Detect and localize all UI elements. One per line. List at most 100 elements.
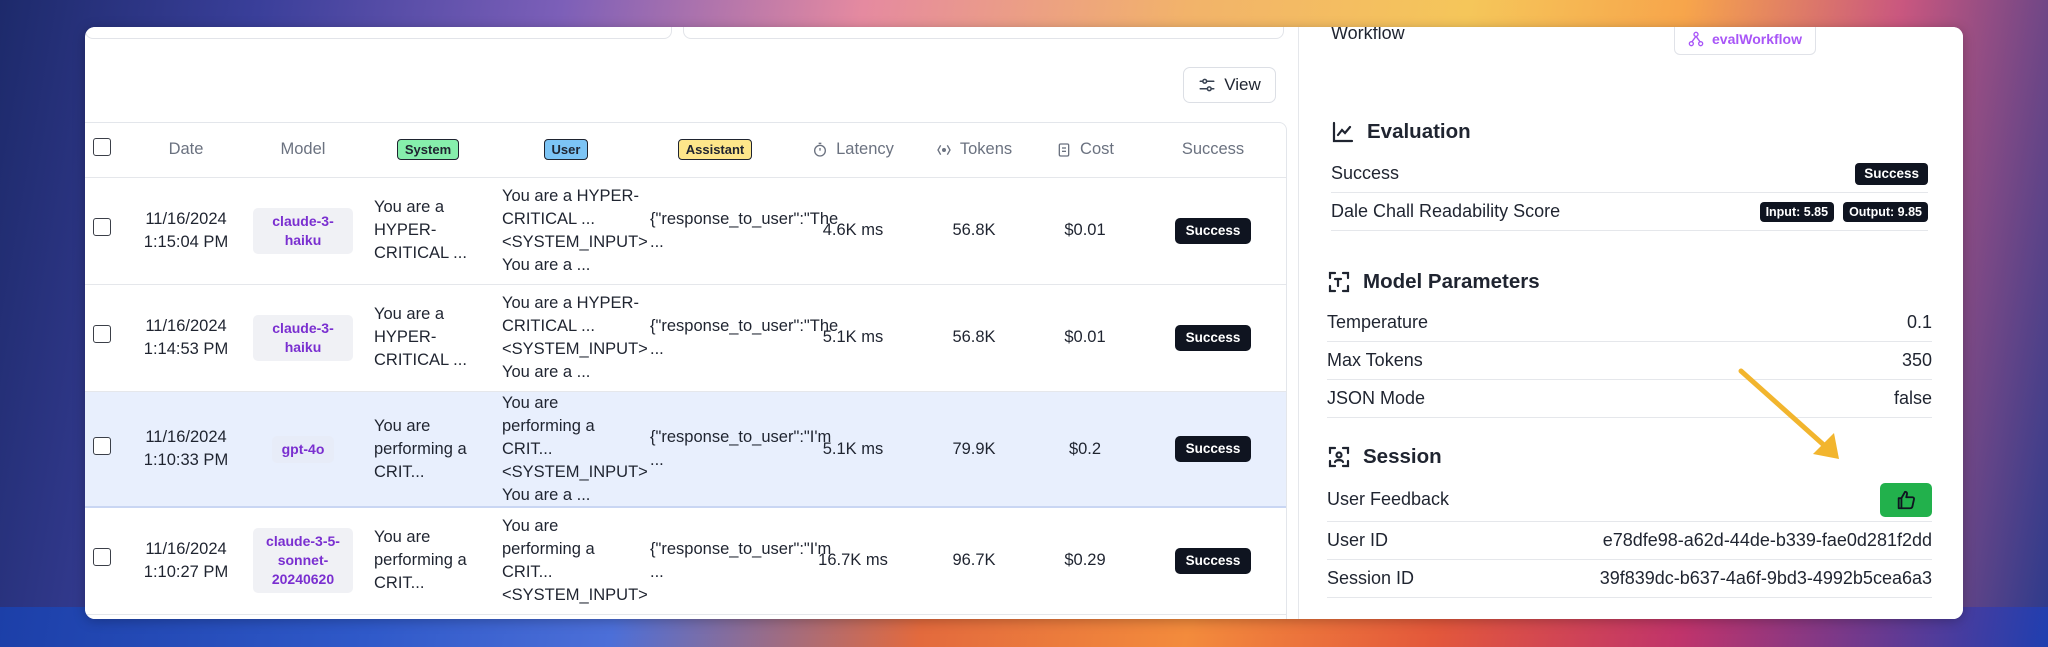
header-success[interactable]: Success [1138,123,1286,178]
eval-success-row: Success Success [1331,155,1928,193]
cell-assistant: {"response_to_user":"The ... [640,284,838,392]
cell-latency: 16.7K ms [790,507,916,615]
cell-system: You are a HYPER-CRITICAL ... [364,177,492,285]
header-model[interactable]: Model [242,123,364,178]
json-mode-label: JSON Mode [1327,388,1426,408]
search-input[interactable] [683,27,1284,39]
table-header-row: Date Model System User Assistant Latency… [85,123,1286,178]
cell-cost: $0.2 [1032,391,1138,508]
cell-user: You are performing a CRIT... <SYSTEM_INP… [492,391,648,508]
header-latency[interactable]: Latency [790,123,916,178]
chart-line-icon [1332,121,1354,143]
cell-status: Success [1138,284,1286,392]
workflow-label: Workflow [1331,27,1405,43]
cell-cost: $0.01 [1032,284,1138,392]
cell-user: You are performing a CRIT... <SYSTEM_INP… [492,507,648,615]
cell-model: claude-3-5-sonnet-20240620 [242,507,364,615]
table-row-selected[interactable]: 11/16/2024 1:10:33 PM gpt-4o You are perf… [85,391,1286,508]
select-all-checkbox[interactable] [93,138,111,157]
dale-chall-label: Dale Chall Readability Score [1331,201,1561,221]
cell-system: You are a HYPER-CRITICAL ... [364,284,492,392]
dale-chall-values: Input: 5.85 Output: 9.85 [1759,201,1928,222]
max-tokens-value: 350 [1901,350,1932,370]
receipt-icon [1058,143,1070,157]
cell-system: You are performing a CRIT... [364,391,492,508]
model-chip: claude-3-5-sonnet-20240620 [253,528,353,593]
cell-cost: $0.29 [1032,507,1138,615]
model-chip: claude-3-haiku [253,314,353,361]
cell-model: claude-3-haiku [242,284,364,392]
user-tag: User [543,139,589,161]
header-system[interactable]: System [364,123,492,178]
temperature-label: Temperature [1327,312,1429,332]
cell-date: 11/16/2024 1:10:27 PM [130,507,242,615]
request-details-panel: Workflow evalWorkflow Evaluation Success… [1298,27,1963,619]
cell-status: Success [1138,507,1286,615]
header-date[interactable]: Date [130,123,242,178]
user-id-row: User ID e78dfe98-a62d-44de-b339-fae0d281… [1327,522,1932,560]
row-checkbox[interactable] [93,325,111,343]
select-all-header[interactable] [85,123,130,178]
cell-assistant: {"response_to_user":"The ... [640,177,838,285]
row-select[interactable] [85,177,130,285]
user-id-label: User ID [1327,530,1389,550]
requests-table: Date Model System User Assistant Latency… [85,122,1287,619]
table-row[interactable]: 11/16/2024 1:14:53 PM claude-3-haiku You … [85,284,1286,392]
cell-user: You are a HYPER-CRITICAL ... <SYSTEM_INP… [492,284,648,392]
view-button[interactable]: View [1183,67,1276,103]
row-select[interactable] [85,507,130,615]
app-window: View Date Model System User Assistant La… [85,27,1963,619]
date-value: 11/16/2024 [145,209,227,228]
cell-tokens: 96.7K [916,507,1032,615]
date-value: 11/16/2024 [145,316,227,335]
table-row[interactable]: 11/16/2024 1:10:27 PM claude-3-5-sonnet-2… [85,507,1286,615]
cell-latency: 5.1K ms [790,284,916,392]
model-params-title: Model Parameters [1363,270,1540,293]
row-checkbox[interactable] [93,218,111,236]
session-id-row: Session ID 39f839dc-b637-4a6f-9bd3-4992b… [1327,560,1932,598]
assistant-tag: Assistant [677,139,753,161]
thumbs-up-button[interactable] [1880,482,1932,517]
status-badge: Success [1174,547,1252,574]
header-cost[interactable]: Cost [1032,123,1138,178]
row-select[interactable] [85,391,130,508]
table-row[interactable]: 11/16/2024 1:15:04 PM claude-3-haiku You … [85,177,1286,285]
filter-input[interactable] [85,27,672,39]
temperature-row: Temperature 0.1 [1327,304,1932,342]
header-assistant[interactable]: Assistant [640,123,790,178]
cell-latency: 5.1K ms [790,391,916,508]
user-feedback-row: User Feedback [1327,478,1932,522]
header-tokens[interactable]: Tokens [916,123,1032,178]
row-checkbox[interactable] [93,436,111,455]
cell-tokens: 56.8K [916,284,1032,392]
sliders-icon [1199,78,1215,92]
user-scan-icon [1328,446,1350,468]
requests-panel: View Date Model System User Assistant La… [85,27,1295,619]
time-value: 1:14:53 PM [143,339,229,358]
cell-date: 11/16/2024 1:10:33 PM [130,391,242,508]
row-select[interactable] [85,284,130,392]
model-params-heading: Model Parameters [1327,270,1540,294]
cell-date: 11/16/2024 1:15:04 PM [130,177,242,285]
cell-model: claude-3-haiku [242,177,364,285]
session-id-value: 39f839dc-b637-4a6f-9bd3-4992b5cea6a3 [1599,568,1932,588]
cell-tokens: 79.9K [916,391,1032,508]
dale-chall-row: Dale Chall Readability Score Input: 5.85… [1331,193,1928,231]
json-mode-value: false [1893,388,1932,408]
dale-output-badge: Output: 9.85 [1843,201,1928,222]
eval-workflow-label: evalWorkflow [1712,31,1802,47]
cell-user: You are a HYPER-CRITICAL ... <SYSTEM_INP… [492,177,648,285]
cell-status: Success [1138,177,1286,285]
time-value: 1:15:04 PM [143,232,229,251]
date-value: 11/16/2024 [145,539,227,558]
eval-workflow-link[interactable]: evalWorkflow [1674,27,1816,55]
cell-system: You are performing a CRIT... [364,507,492,615]
model-chip: gpt-4o [271,435,335,463]
row-checkbox[interactable] [93,548,111,566]
cell-latency: 4.6K ms [790,177,916,285]
date-value: 11/16/2024 [145,428,227,446]
time-value: 1:10:27 PM [143,562,229,581]
header-user[interactable]: User [492,123,640,178]
session-id-label: Session ID [1327,568,1415,588]
annotation-arrow-icon [1738,368,1839,459]
